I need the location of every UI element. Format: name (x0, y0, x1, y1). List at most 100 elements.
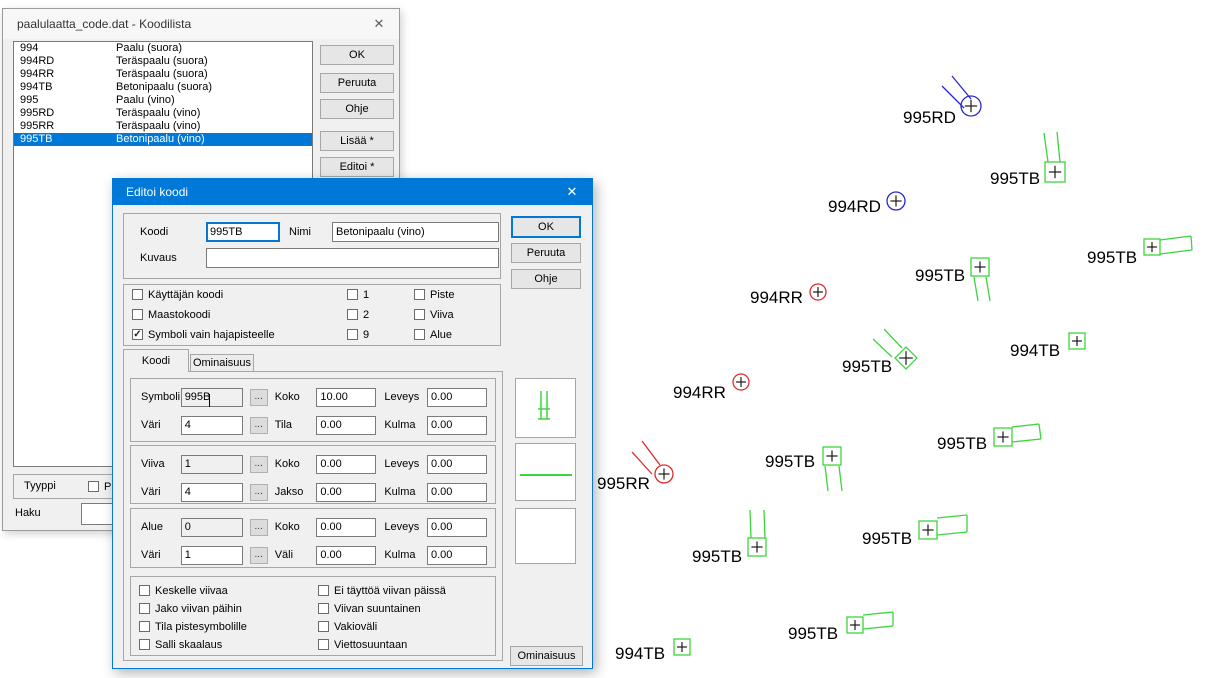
pile-symbol-995tb-6[interactable]: 995TB (842, 329, 917, 376)
checkbox-9[interactable]: 9 (347, 328, 369, 341)
pile-symbol-994rd-2[interactable]: 994RD (828, 192, 905, 216)
pile-symbol-995rd-0[interactable]: 995RD (903, 76, 981, 127)
pile-symbol-994tb-7[interactable]: 994TB (1010, 333, 1085, 360)
line-input[interactable] (181, 455, 243, 474)
pile-symbol-995tb-13[interactable]: 995TB (862, 515, 967, 548)
pile-symbol-995tb-11[interactable]: 995TB (692, 510, 766, 566)
checkbox-2[interactable]: 2 (347, 308, 369, 321)
width-input[interactable] (427, 388, 487, 407)
edit-button[interactable]: Editoi * (320, 157, 394, 177)
checkbox-symboli-vain-hajapisteelle[interactable]: ✓Symboli vain hajapisteelle (132, 328, 275, 341)
code-list-item-994rd[interactable]: 994RDTeräspaalu (suora) (14, 55, 312, 68)
checkbox-box[interactable] (347, 329, 358, 340)
cancel-button[interactable]: Peruuta (511, 243, 581, 263)
checkbox-ei-tayttoa-viivan-paissa[interactable]: Ei täyttöä viivan päissä (318, 584, 446, 597)
codelist-titlebar[interactable]: paalulaatta_code.dat - Koodilista (3, 9, 399, 39)
pile-symbol-995rr-9[interactable]: 995RR (597, 441, 673, 493)
code-input[interactable] (206, 222, 280, 242)
code-list-item-995tb[interactable]: 995TBBetonipaalu (vino) (14, 133, 312, 146)
checkbox-box[interactable] (132, 289, 143, 300)
checkbox-kayttajan-koodi[interactable]: Käyttäjän koodi (132, 288, 275, 301)
checkbox-box[interactable] (318, 639, 329, 650)
add-button[interactable]: Lisää * (320, 131, 394, 151)
size-input[interactable] (316, 518, 376, 537)
pile-symbol-995tb-4[interactable]: 995TB (1087, 236, 1192, 267)
cancel-button[interactable]: Peruuta (320, 73, 394, 93)
checkbox-viiva[interactable]: Viiva (414, 308, 454, 321)
ok-button[interactable]: OK (511, 216, 581, 238)
code-list-item-994rr[interactable]: 994RRTeräspaalu (suora) (14, 68, 312, 81)
angle-input[interactable] (427, 416, 487, 435)
color-input[interactable] (181, 546, 243, 565)
interval-input[interactable] (316, 483, 376, 502)
angle-input[interactable] (427, 546, 487, 565)
code-list-item-995rr[interactable]: 995RRTeräspaalu (vino) (14, 120, 312, 133)
code-list-item-994tb[interactable]: 994TBBetonipaalu (suora) (14, 81, 312, 94)
code-list-item-995[interactable]: 995Paalu (vino) (14, 94, 312, 107)
checkbox-box[interactable] (88, 481, 99, 492)
tab-koodi[interactable]: Koodi (123, 349, 189, 372)
pile-symbol-995tb-12[interactable]: 995TB (937, 424, 1041, 453)
checkbox-vakiovali[interactable]: Vakioväli (318, 620, 446, 633)
checkbox-box[interactable] (139, 603, 150, 614)
tab-ominaisuus[interactable]: Ominaisuus (190, 354, 254, 372)
checkbox-1[interactable]: 1 (347, 288, 369, 301)
spacing-input[interactable] (316, 546, 376, 565)
checkbox-box[interactable] (414, 329, 425, 340)
checkbox-viivan-suuntainen[interactable]: Viivan suuntainen (318, 602, 446, 615)
close-icon[interactable]: ✕ (552, 179, 592, 205)
close-icon[interactable]: ✕ (359, 9, 399, 39)
symbol-input[interactable] (181, 388, 243, 407)
edit-titlebar[interactable]: Editoi koodi (113, 179, 592, 205)
checkbox-box[interactable] (318, 585, 329, 596)
code-list-item-994[interactable]: 994Paalu (suora) (14, 42, 312, 55)
pile-symbol-995tb-10[interactable]: 995TB (765, 447, 842, 491)
ok-button[interactable]: OK (320, 45, 394, 65)
help-button[interactable]: Ohje (320, 99, 394, 119)
pile-symbol-994rr-8[interactable]: 994RR (673, 374, 749, 402)
checkbox-box[interactable] (132, 309, 143, 320)
checkbox-box[interactable] (414, 309, 425, 320)
color-input[interactable] (181, 483, 243, 502)
pile-symbol-995tb-3[interactable]: 995TB (915, 258, 990, 301)
symbol-browse-button[interactable]: ... (250, 389, 268, 406)
checkbox-box[interactable] (414, 289, 425, 300)
pile-symbol-994rr-5[interactable]: 994RR (750, 284, 826, 307)
checkbox-box[interactable] (318, 603, 329, 614)
color-browse-button[interactable]: ... (250, 417, 268, 434)
checkbox-salli-skaalaus[interactable]: Salli skaalaus (139, 638, 247, 651)
size-input[interactable] (316, 455, 376, 474)
checkbox-alue[interactable]: Alue (414, 328, 454, 341)
checkbox-box[interactable] (139, 585, 150, 596)
area-input[interactable] (181, 518, 243, 537)
name-input[interactable] (332, 222, 499, 242)
description-input[interactable] (206, 248, 499, 268)
color-browse-button[interactable]: ... (250, 484, 268, 501)
checkbox-box[interactable] (139, 639, 150, 650)
help-button[interactable]: Ohje (511, 269, 581, 289)
ominaisuus-button[interactable]: Ominaisuus (510, 646, 583, 666)
area-browse-button[interactable]: ... (250, 519, 268, 536)
code-list-item-995rd[interactable]: 995RDTeräspaalu (vino) (14, 107, 312, 120)
checkbox-box[interactable] (139, 621, 150, 632)
checkbox-maastokoodi[interactable]: Maastokoodi (132, 308, 275, 321)
pile-symbol-994tb-15[interactable]: 994TB (615, 639, 690, 663)
checkbox-checked-box[interactable]: ✓ (132, 329, 143, 340)
angle-input[interactable] (427, 483, 487, 502)
checkbox-tila-pistesymbolille[interactable]: Tila pistesymbolille (139, 620, 247, 633)
width-input[interactable] (427, 518, 487, 537)
line-browse-button[interactable]: ... (250, 456, 268, 473)
checkbox-keskelle-viivaa[interactable]: Keskelle viivaa (139, 584, 247, 597)
size-input[interactable] (316, 388, 376, 407)
state-input[interactable] (316, 416, 376, 435)
pile-symbol-995tb-1[interactable]: 995TB (990, 132, 1065, 188)
checkbox-box[interactable] (347, 309, 358, 320)
checkbox-jako-viivan-paihin[interactable]: Jako viivan päihin (139, 602, 247, 615)
checkbox-box[interactable] (318, 621, 329, 632)
color-input[interactable] (181, 416, 243, 435)
color-browse-button[interactable]: ... (250, 547, 268, 564)
checkbox-piste[interactable]: Piste (414, 288, 454, 301)
checkbox-box[interactable] (347, 289, 358, 300)
checkbox-viettosuuntaan[interactable]: Viettosuuntaan (318, 638, 446, 651)
pile-symbol-995tb-14[interactable]: 995TB (788, 612, 893, 643)
